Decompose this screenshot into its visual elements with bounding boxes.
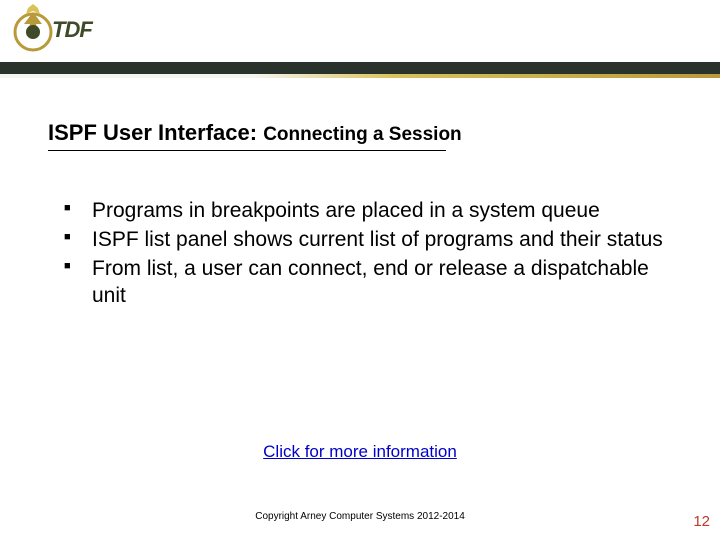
logo: TDF xyxy=(10,2,92,58)
header-gold-bar xyxy=(0,74,720,78)
copyright-text: Copyright Arney Computer Systems 2012-20… xyxy=(0,511,720,522)
more-info-link[interactable]: Click for more information xyxy=(263,442,457,461)
title-main: ISPF User Interface: xyxy=(48,120,263,145)
header-dark-bar xyxy=(0,62,720,74)
page-number: 12 xyxy=(693,513,710,530)
list-item: ISPF list panel shows current list of pr… xyxy=(64,227,670,254)
slide-body: Programs in breakpoints are placed in a … xyxy=(64,198,670,312)
slide-title: ISPF User Interface: Connecting a Sessio… xyxy=(48,120,462,146)
slide-header: TDF xyxy=(0,0,720,78)
more-info-link-wrap: Click for more information xyxy=(0,442,720,462)
eagle-icon xyxy=(10,2,56,58)
bullet-list: Programs in breakpoints are placed in a … xyxy=(64,198,670,310)
title-underline xyxy=(48,150,446,151)
list-item: Programs in breakpoints are placed in a … xyxy=(64,198,670,225)
title-sub: Connecting a Session xyxy=(263,124,461,145)
slide: TDF ISPF User Interface: Connecting a Se… xyxy=(0,0,720,540)
list-item: From list, a user can connect, end or re… xyxy=(64,256,670,310)
logo-text: TDF xyxy=(52,17,92,43)
